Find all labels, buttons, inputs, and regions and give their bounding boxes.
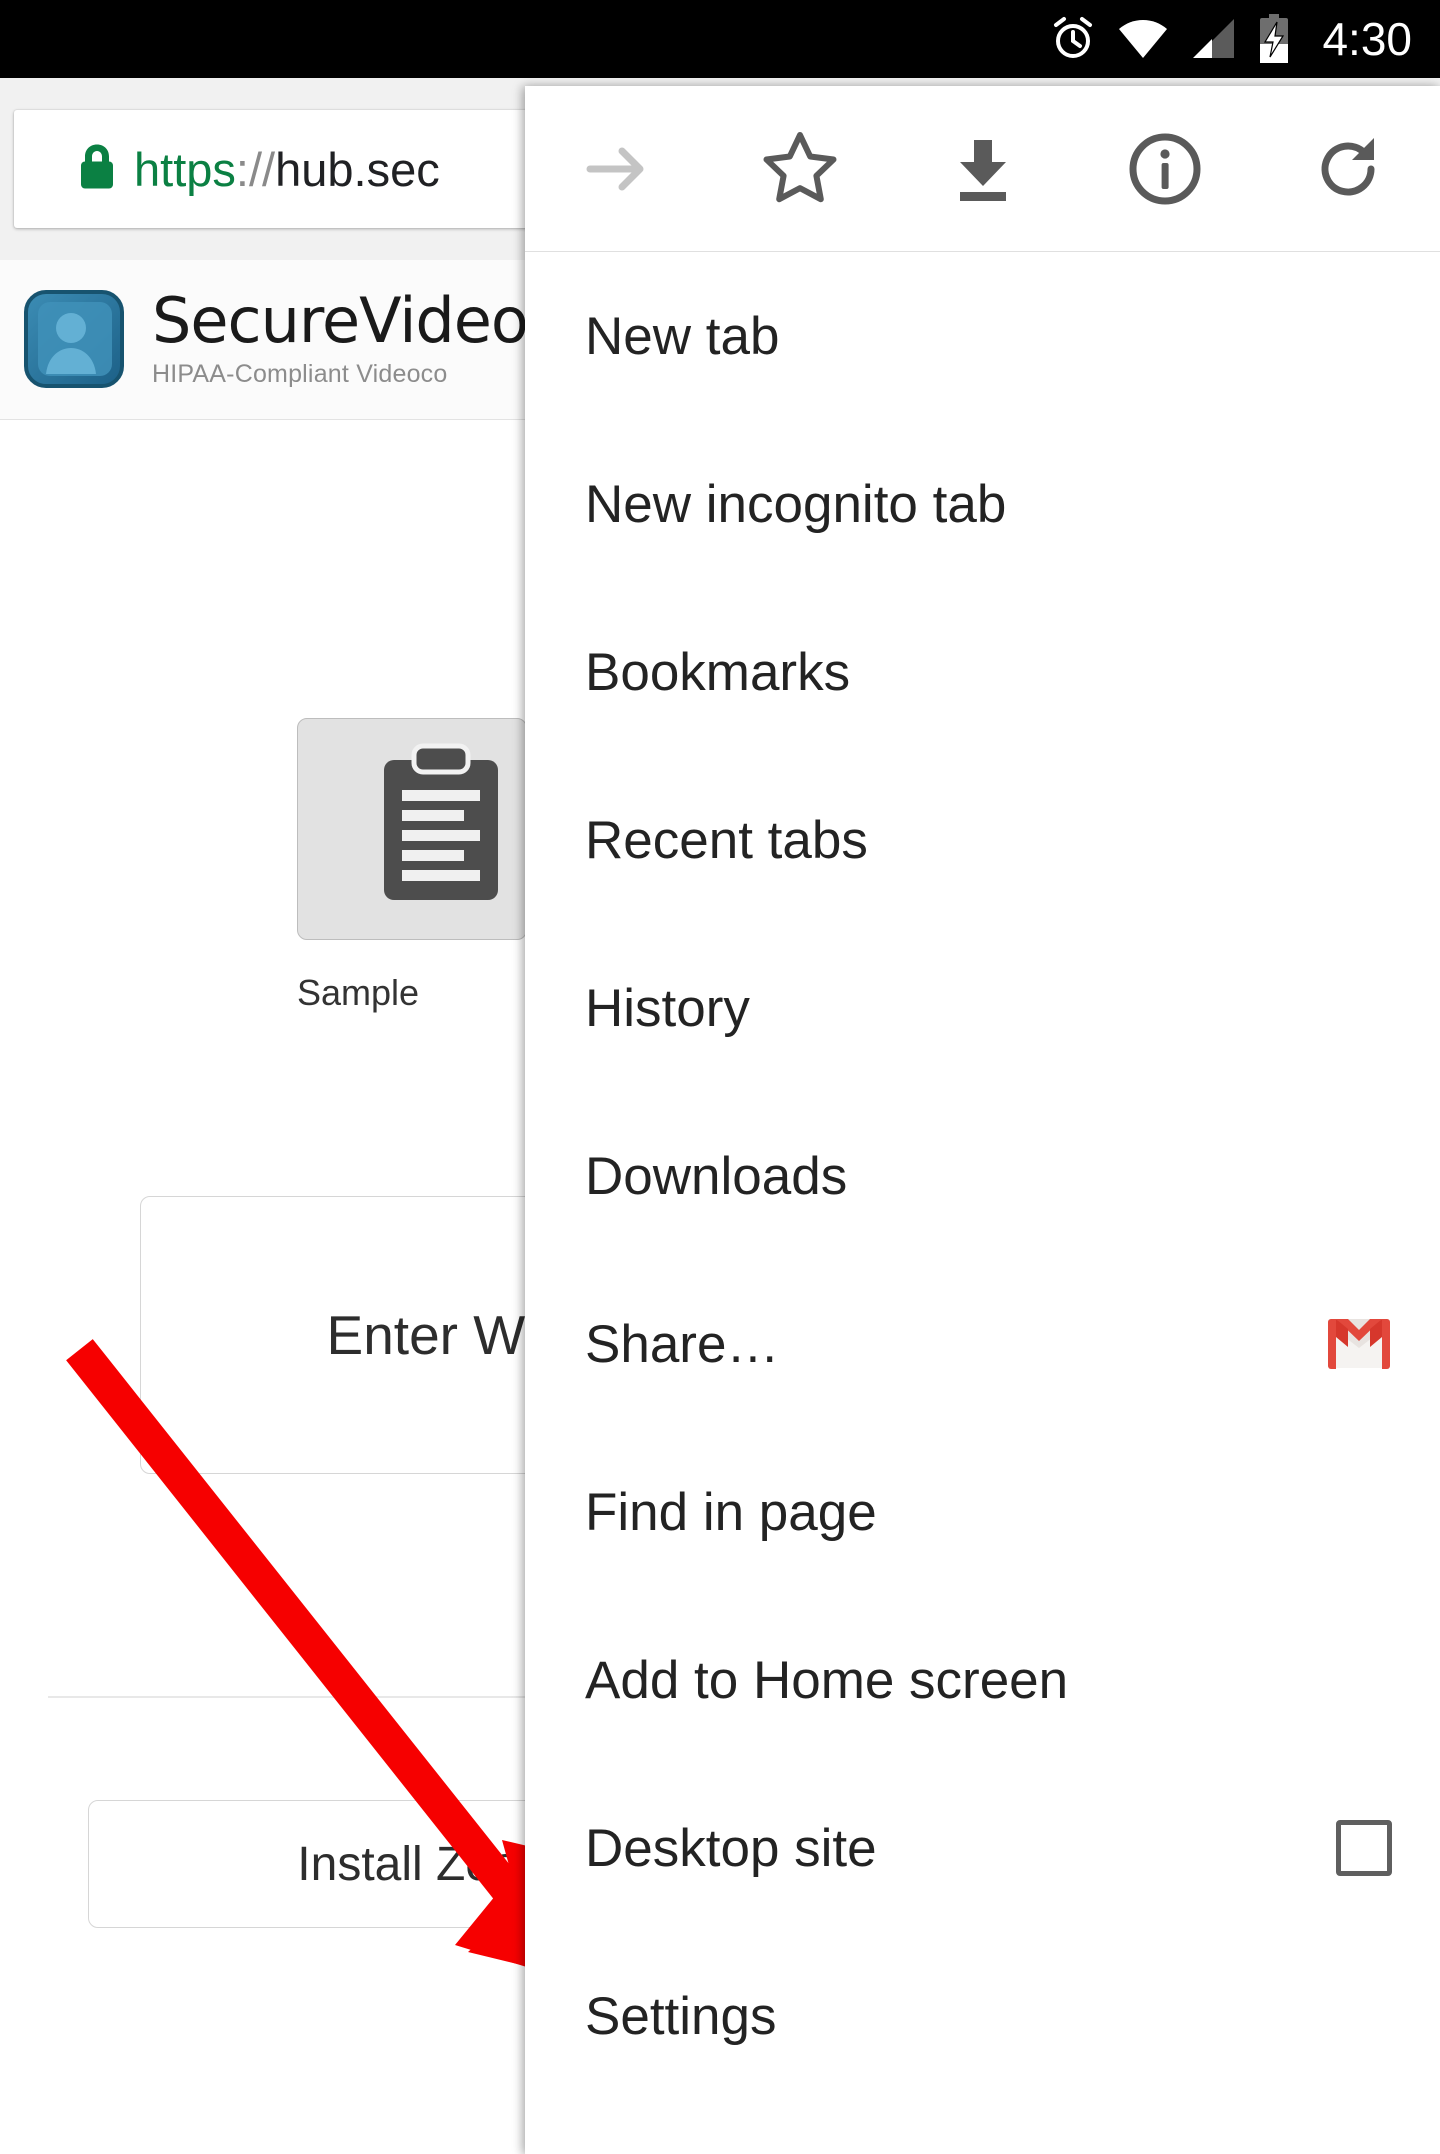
menu-item-new-incognito-tab[interactable]: New incognito tab (525, 420, 1440, 588)
menu-item-label: Bookmarks (585, 642, 851, 702)
clipboard-icon (308, 742, 516, 917)
menu-item-label: New tab (585, 306, 780, 366)
menu-item-label: Share… (585, 1314, 780, 1374)
brand-text-block: SecureVideo HIPAA-Compliant Videoco (152, 284, 529, 389)
menu-item-history[interactable]: History (525, 924, 1440, 1092)
screen-root: SecureVideo HIPAA-Compliant Videoco Samp… (0, 0, 1440, 2154)
android-status-bar: 4:30 (0, 0, 1440, 78)
status-bar-clock: 4:30 (1322, 13, 1412, 65)
lock-icon (76, 142, 118, 197)
brand-name: SecureVideo (152, 284, 529, 357)
menu-item-add-to-home-screen[interactable]: Add to Home screen (525, 1596, 1440, 1764)
menu-item-new-tab[interactable]: New tab (525, 252, 1440, 420)
menu-item-label: Settings (585, 1986, 777, 2046)
address-bar-url: https://hub.sec (134, 142, 440, 197)
checkbox-square-icon (1336, 1820, 1392, 1876)
menu-header-icon-row (525, 86, 1440, 251)
menu-item-bookmarks[interactable]: Bookmarks (525, 588, 1440, 756)
menu-item-find-in-page[interactable]: Find in page (525, 1428, 1440, 1596)
battery-charging-icon (1258, 14, 1290, 64)
reload-icon[interactable] (1298, 119, 1398, 219)
chrome-overflow-menu: New tab New incognito tab Bookmarks Rece… (525, 86, 1440, 2154)
securevideo-logo-icon (18, 282, 134, 398)
url-host: hub.sec (275, 142, 440, 196)
menu-item-label: History (585, 978, 750, 1038)
menu-item-list: New tab New incognito tab Bookmarks Rece… (525, 252, 1440, 2100)
brand-tagline: HIPAA-Compliant Videoco (152, 360, 448, 388)
menu-item-share[interactable]: Share… (525, 1260, 1440, 1428)
info-circle-icon[interactable] (1115, 119, 1215, 219)
menu-item-label: Find in page (585, 1482, 877, 1542)
menu-item-label: Recent tabs (585, 810, 868, 870)
star-icon[interactable] (750, 119, 850, 219)
menu-item-desktop-site[interactable]: Desktop site (525, 1764, 1440, 1932)
menu-item-label: New incognito tab (585, 474, 1007, 534)
wifi-icon (1118, 18, 1168, 60)
cellular-signal-icon (1190, 18, 1236, 60)
url-separator: :// (235, 142, 276, 196)
menu-item-label: Add to Home screen (585, 1650, 1069, 1710)
forward-arrow-icon[interactable] (567, 119, 667, 219)
menu-item-recent-tabs[interactable]: Recent tabs (525, 756, 1440, 924)
desktop-site-checkbox[interactable] (1336, 1820, 1392, 1876)
menu-item-downloads[interactable]: Downloads (525, 1092, 1440, 1260)
gmail-icon[interactable] (1326, 1318, 1392, 1370)
download-icon[interactable] (933, 119, 1033, 219)
menu-item-settings[interactable]: Settings (525, 1932, 1440, 2100)
url-scheme: https (134, 142, 236, 196)
sample-document-tile[interactable] (297, 718, 527, 940)
menu-item-label: Downloads (585, 1146, 848, 1206)
alarm-clock-icon (1050, 16, 1096, 62)
menu-item-label: Desktop site (585, 1818, 877, 1878)
